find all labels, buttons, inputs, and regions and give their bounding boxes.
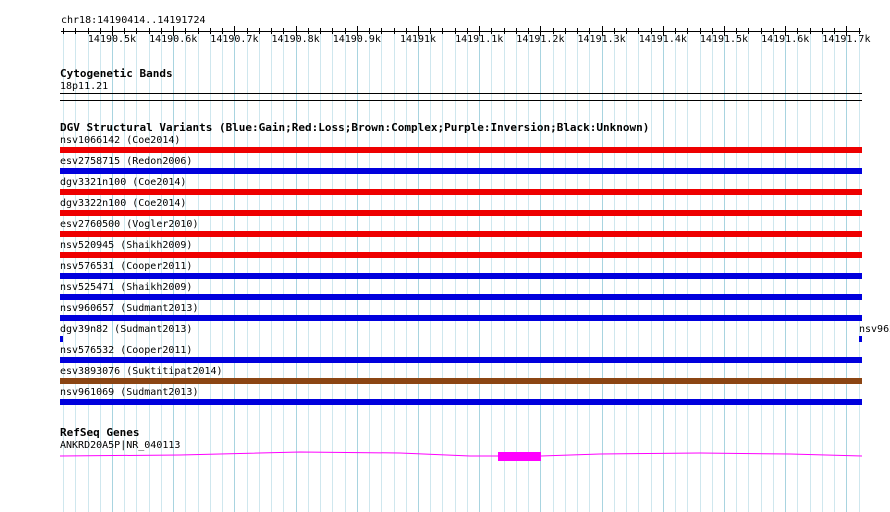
cytoband-label: 18p11.21 bbox=[60, 81, 109, 92]
ruler-tick bbox=[687, 28, 688, 34]
refseq-track-title: RefSeq Genes bbox=[60, 426, 140, 439]
variant-label[interactable]: nsv520945 (Shaikh2009) bbox=[60, 240, 192, 251]
location-label: chr18:14190414..14191724 bbox=[61, 15, 206, 26]
gene-exon bbox=[498, 452, 541, 461]
ruler-tick bbox=[565, 28, 566, 34]
variant-label[interactable]: dgv39n82 (Sudmant2013) bbox=[60, 324, 192, 335]
variant-label[interactable]: nsv576532 (Cooper2011) bbox=[60, 345, 192, 356]
cytoband-bottom-line bbox=[60, 100, 862, 101]
ruler-tick-label: 14190.6k bbox=[149, 34, 198, 45]
variant-bar[interactable] bbox=[60, 147, 862, 153]
variant-label[interactable]: dgv3321n100 (Coe2014) bbox=[60, 177, 186, 188]
dgv-track-title: DGV Structural Variants (Blue:Gain;Red:L… bbox=[60, 121, 650, 134]
ruler-tick bbox=[504, 28, 505, 34]
ruler-tick-label: 14190.5k bbox=[87, 34, 137, 45]
ruler-tick-label: 14191.3k bbox=[577, 34, 626, 45]
ruler-tick-label: 14191k bbox=[399, 34, 437, 45]
variant-bar[interactable] bbox=[60, 315, 862, 321]
ruler-axis bbox=[61, 31, 861, 32]
cytoband-track-title: Cytogenetic Bands bbox=[60, 67, 173, 80]
variant-label[interactable]: nsv525471 (Shaikh2009) bbox=[60, 282, 192, 293]
variant-bar[interactable] bbox=[60, 168, 862, 174]
variant-bar[interactable] bbox=[60, 336, 63, 342]
ruler-tick bbox=[320, 28, 321, 34]
variant-bar[interactable] bbox=[60, 294, 862, 300]
variant-label[interactable]: nsv576531 (Cooper2011) bbox=[60, 261, 192, 272]
gene-model[interactable] bbox=[0, 448, 890, 464]
ruler-tick-label: 14190.7k bbox=[210, 34, 259, 45]
variant-bar[interactable] bbox=[859, 336, 862, 342]
variant-label[interactable]: nsv960657 (Sudmant2013) bbox=[60, 303, 198, 314]
ruler-tick-label: 14191.6k bbox=[761, 34, 810, 45]
ruler-tick bbox=[810, 28, 811, 34]
ruler-tick bbox=[626, 28, 627, 34]
ruler-tick bbox=[75, 28, 76, 34]
variant-bar[interactable] bbox=[60, 189, 862, 195]
variant-bar[interactable] bbox=[60, 210, 862, 216]
variant-bar[interactable] bbox=[60, 357, 862, 363]
ruler-tick bbox=[136, 28, 137, 34]
ruler-tick-label: 14191.7k bbox=[822, 34, 871, 45]
ruler-tick bbox=[381, 28, 382, 34]
variant-label[interactable]: nsv1066142 (Coe2014) bbox=[60, 135, 180, 146]
variant-bar[interactable] bbox=[60, 231, 862, 237]
ruler-tick bbox=[63, 28, 64, 34]
variant-label[interactable]: esv2760500 (Vogler2010) bbox=[60, 219, 198, 230]
cytoband-top-line bbox=[60, 93, 862, 94]
ruler-tick-label: 14191.2k bbox=[516, 34, 565, 45]
ruler-tick-label: 14190.9k bbox=[332, 34, 381, 45]
ruler-tick-label: 14191.5k bbox=[699, 34, 749, 45]
ruler-tick-label: 14191.1k bbox=[455, 34, 504, 45]
ruler-tick-label: 14191.4k bbox=[638, 34, 687, 45]
ruler-tick-label: 14190.8k bbox=[271, 34, 320, 45]
variant-label-right[interactable]: nsv962 bbox=[859, 324, 890, 335]
variant-bar[interactable] bbox=[60, 399, 862, 405]
ruler-tick bbox=[748, 28, 749, 34]
variant-label[interactable]: esv3893076 (Suktitipat2014) bbox=[60, 366, 223, 377]
variant-label[interactable]: dgv3322n100 (Coe2014) bbox=[60, 198, 186, 209]
variant-bar[interactable] bbox=[60, 273, 862, 279]
ruler-tick bbox=[394, 28, 395, 34]
ruler-tick bbox=[198, 28, 199, 34]
variant-label[interactable]: esv2758715 (Redon2006) bbox=[60, 156, 192, 167]
ruler-tick bbox=[442, 28, 443, 34]
variant-bar[interactable] bbox=[60, 252, 862, 258]
gene-intron-line bbox=[59, 451, 863, 457]
variant-label[interactable]: nsv961069 (Sudmant2013) bbox=[60, 387, 198, 398]
variant-bar[interactable] bbox=[60, 378, 862, 384]
ruler-tick bbox=[259, 28, 260, 34]
